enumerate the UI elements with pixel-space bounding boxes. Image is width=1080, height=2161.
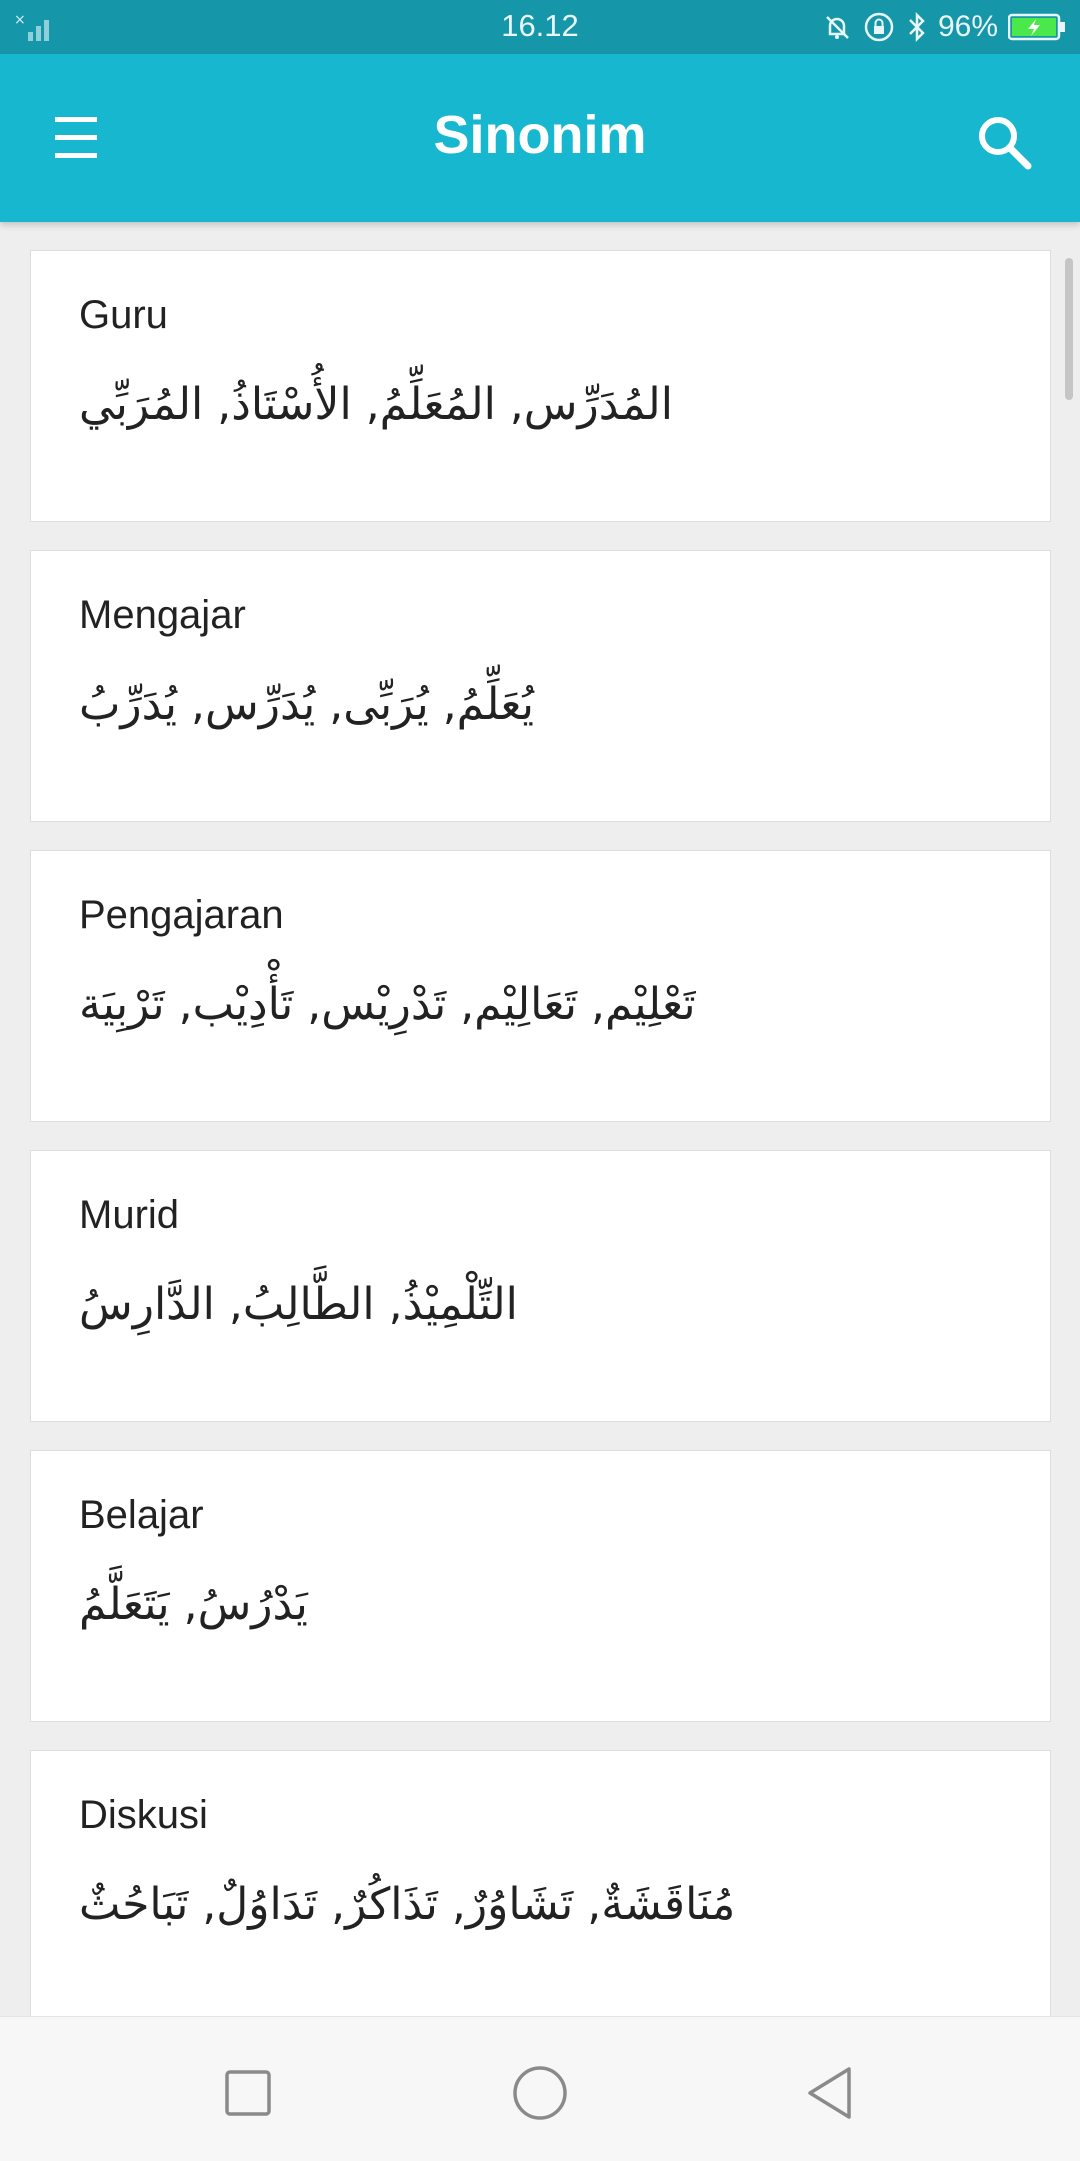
synonym-card-mengajar[interactable]: Mengajar يُعَلِّمُ, يُرَبِّى, يُدَرِّس, … (30, 550, 1051, 822)
card-synonyms: يَدْرُسُ, يَتَعَلَّمُ (79, 1579, 308, 1630)
card-synonyms: مُنَاقَشَةٌ, تَشَاوُرٌ, تَذَاكُرٌ, تَدَا… (79, 1879, 736, 1930)
recents-square-icon[interactable] (218, 2063, 278, 2123)
scrollbar[interactable] (1065, 258, 1073, 400)
back-triangle-icon[interactable] (800, 2063, 860, 2123)
card-synonyms: المُدَرِّس, المُعَلِّمُ, الأُسْتَاذُ, ال… (79, 379, 673, 430)
synonym-card-diskusi[interactable]: Diskusi مُنَاقَشَةٌ, تَشَاوُرٌ, تَذَاكُر… (30, 1750, 1051, 2022)
card-word: Belajar (79, 1493, 204, 1537)
synonym-card-murid[interactable]: Murid التِّلْمِيْذُ, الطَّالِبُ, الدَّار… (30, 1150, 1051, 1422)
synonym-card-pengajaran[interactable]: Pengajaran تَعْلِيْم, تَعَالِيْم, تَدْرِ… (30, 850, 1051, 1122)
rotation-lock-icon (864, 12, 894, 42)
status-bar: × 16.12 96% (0, 0, 1080, 54)
synonym-card-guru[interactable]: Guru المُدَرِّس, المُعَلِّمُ, الأُسْتَاذ… (30, 250, 1051, 522)
card-word: Guru (79, 293, 168, 337)
system-nav-bar (0, 2016, 1080, 2161)
app-bar: Sinonim (0, 54, 1080, 222)
card-synonyms: التِّلْمِيْذُ, الطَّالِبُ, الدَّارِسُ (79, 1279, 518, 1330)
card-word: Murid (79, 1193, 180, 1237)
battery-percent: 96% (937, 10, 998, 43)
card-word: Pengajaran (79, 893, 284, 937)
page-title: Sinonim (433, 105, 647, 165)
home-circle-icon[interactable] (510, 2063, 570, 2123)
card-word: Diskusi (79, 1793, 208, 1837)
card-word: Mengajar (79, 593, 246, 637)
card-synonyms: يُعَلِّمُ, يُرَبِّى, يُدَرِّس, يُدَرِّبُ (79, 679, 534, 730)
bluetooth-icon (909, 11, 925, 43)
card-synonyms: تَعْلِيْم, تَعَالِيْم, تَدْرِيْس, تَأْدِ… (79, 979, 696, 1030)
mute-notifications-icon (826, 16, 849, 39)
battery-charging-icon (1008, 13, 1065, 41)
search-icon[interactable] (970, 108, 1040, 178)
synonym-list: Guru المُدَرِّس, المُعَلِّمُ, الأُسْتَاذ… (30, 250, 1051, 2050)
synonym-card-belajar[interactable]: Belajar يَدْرُسُ, يَتَعَلَّمُ (30, 1450, 1051, 1722)
